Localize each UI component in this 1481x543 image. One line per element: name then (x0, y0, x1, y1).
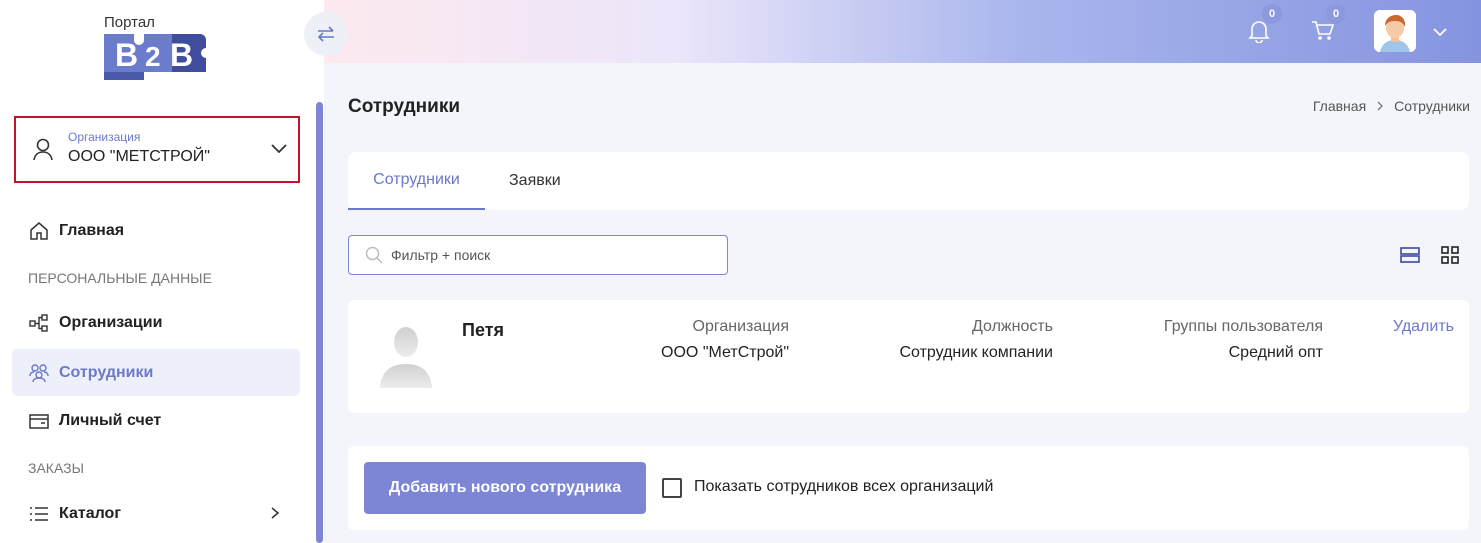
person-placeholder-icon (380, 327, 432, 388)
users-icon (29, 363, 49, 383)
sidebar-item-label: Главная (59, 221, 125, 239)
show-all-orgs-checkbox[interactable] (662, 478, 682, 498)
groups-column-value: Средний опт (1228, 344, 1323, 361)
grid-view-icon (1441, 246, 1459, 264)
section-personal-data: ПЕРСОНАЛЬНЫЕ ДАННЫЕ (28, 270, 212, 286)
home-icon (29, 221, 49, 241)
actions-panel: Добавить нового сотрудника Показать сотр… (348, 446, 1469, 530)
user-icon (32, 138, 54, 167)
user-menu-chevron-icon[interactable] (1432, 24, 1448, 42)
notifications-count-badge: 0 (1262, 4, 1282, 24)
position-column-value: Сотрудник компании (899, 344, 1053, 361)
grid-view-button[interactable] (1439, 245, 1461, 265)
search-field[interactable] (348, 235, 728, 275)
position-column-label: Должность (972, 318, 1053, 335)
portal-b2b-logo[interactable]: Портал B 2 B (100, 12, 215, 82)
svg-text:B: B (115, 37, 138, 73)
notifications-button[interactable]: 0 (1242, 4, 1282, 48)
chevron-down-icon (270, 142, 288, 160)
organization-value: ООО "МЕТСТРОЙ" (68, 148, 210, 165)
organization-caption: Организация (68, 130, 141, 144)
svg-text:2: 2 (145, 41, 161, 72)
tabs-bar: Сотрудники Заявки (348, 152, 1469, 210)
sidebar-item-label: Организации (59, 313, 163, 331)
search-icon (365, 246, 383, 264)
wallet-icon (29, 411, 49, 431)
cart-button[interactable]: 0 (1306, 4, 1346, 48)
sidebar: Портал B 2 B Организация ООО "МЕТСТРОЙ" … (0, 0, 324, 543)
breadcrumb-home-link[interactable]: Главная (1313, 98, 1366, 114)
logo-title: Портал (104, 14, 155, 31)
list-icon (29, 504, 49, 524)
sidebar-item-employees[interactable]: Сотрудники (12, 349, 300, 396)
breadcrumb-separator-icon (1377, 101, 1384, 111)
employee-name: Петя (462, 320, 505, 340)
sidebar-item-label: Личный счет (59, 411, 162, 429)
organization-column-value: ООО "МетСтрой" (661, 344, 789, 361)
search-input[interactable] (391, 247, 711, 263)
sidebar-item-organizations[interactable]: Организации (12, 299, 300, 346)
show-all-orgs-label[interactable]: Показать сотрудников всех организаций (694, 478, 993, 496)
sidebar-item-account[interactable]: Личный счет (12, 397, 300, 444)
employee-card: Петя Организация ООО "МетСтрой" Должност… (348, 300, 1469, 413)
user-avatar-icon (1374, 10, 1416, 52)
breadcrumb: Главная Сотрудники (1313, 98, 1470, 114)
tab-employees[interactable]: Сотрудники (348, 152, 485, 210)
list-view-button[interactable] (1399, 245, 1421, 265)
add-employee-button[interactable]: Добавить нового сотрудника (364, 462, 646, 514)
avatar[interactable] (1374, 10, 1416, 52)
organization-selector[interactable]: Организация ООО "МЕТСТРОЙ" (14, 116, 300, 183)
swap-arrows-icon (317, 26, 334, 42)
breadcrumb-current: Сотрудники (1394, 98, 1470, 114)
collapse-sidebar-button[interactable] (304, 12, 348, 56)
employee-photo (376, 322, 436, 390)
chevron-right-icon (270, 506, 280, 525)
cart-count-badge: 0 (1326, 4, 1346, 24)
section-orders: ЗАКАЗЫ (28, 460, 84, 476)
list-view-icon (1400, 247, 1420, 263)
sidebar-item-home[interactable]: Главная (12, 207, 300, 254)
organizations-icon (29, 313, 49, 333)
organization-column-label: Организация (692, 318, 790, 335)
sidebar-scrollbar[interactable] (316, 102, 323, 543)
tab-requests[interactable]: Заявки (509, 152, 561, 210)
sidebar-item-catalog[interactable]: Каталог (12, 490, 300, 537)
sidebar-item-label: Сотрудники (59, 363, 154, 381)
groups-column-label: Группы пользователя (1163, 318, 1323, 335)
delete-employee-link[interactable]: Удалить (1393, 318, 1454, 336)
sidebar-item-label: Каталог (59, 504, 121, 522)
page-title: Сотрудники (348, 96, 461, 117)
svg-text:B: B (170, 37, 193, 73)
